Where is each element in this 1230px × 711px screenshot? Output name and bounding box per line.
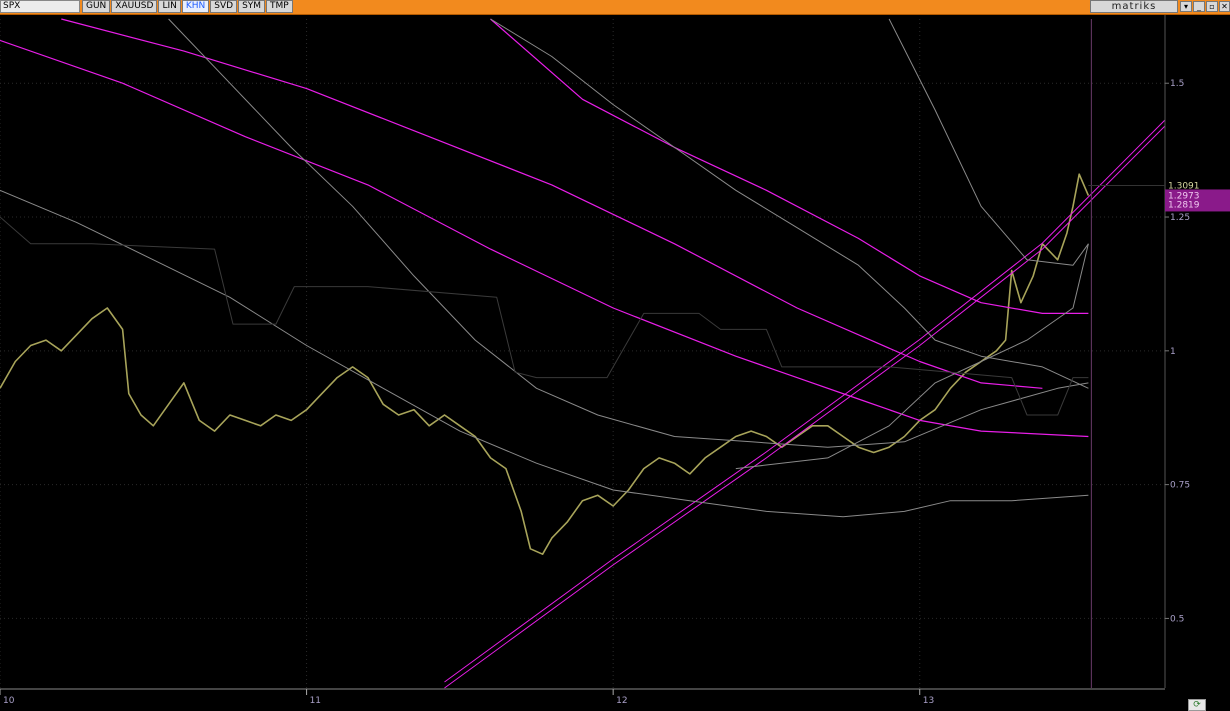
y-tick-label: 0.5 [1170,614,1184,624]
dropdown-icon[interactable]: ▾ [1180,1,1192,12]
price-chart[interactable]: 0.50.7511.251.51.30911.29731.281910 11 12 1… [0,15,1230,711]
series-gray-ma-2 [0,189,1089,518]
series-gray-envelope-lower [735,243,1089,470]
tab-xauusd[interactable]: XAUUSD [111,0,158,13]
y-tick-label: 1 [1170,347,1176,357]
series-magenta-ma-curve [490,18,1089,314]
indicator-tabs: GUN XAUUSD LIN KHN SVD SYM TMP [82,0,294,14]
series-trendline-upper [444,119,1166,683]
chart-settings-icon[interactable]: ⟳ [1188,699,1206,711]
x-tick-label: 13 [923,696,934,706]
y-tick-label: 0.75 [1170,481,1190,491]
restore-icon[interactable]: ▫ [1206,1,1218,12]
series-gray-envelope-upper [888,18,1089,266]
badge-value: 1.2819 [1168,200,1200,210]
series-magenta-ma-long [61,18,1043,389]
tab-gun[interactable]: GUN [82,0,111,13]
x-tick-label: 10 [3,696,15,706]
y-tick-label: 1.5 [1170,79,1184,89]
tab-tmp[interactable]: TMP [266,0,293,13]
y-tick-label: 1.25 [1170,213,1190,223]
tab-sym[interactable]: SYM [238,0,266,13]
x-tick-label: 11 [310,696,321,706]
series-dark-step [0,216,1089,416]
tab-lin[interactable]: LIN [158,0,181,13]
close-icon[interactable]: ✕ [1219,1,1230,12]
x-tick-label: 12 [616,696,627,706]
series-magenta-ma-mid [0,39,1089,438]
series-gray-ma-3 [490,18,1089,389]
symbol-input[interactable]: SPX [0,0,80,13]
series-price [0,173,1090,556]
top-toolbar: SPX GUN XAUUSD LIN KHN SVD SYM TMP matriks ▾ _… [0,0,1230,15]
tab-svd[interactable]: SVD [210,0,238,13]
tab-khn[interactable]: KHN [181,0,210,13]
minimize-icon[interactable]: _ [1193,1,1205,12]
brand-logo: matriks [1090,0,1178,13]
